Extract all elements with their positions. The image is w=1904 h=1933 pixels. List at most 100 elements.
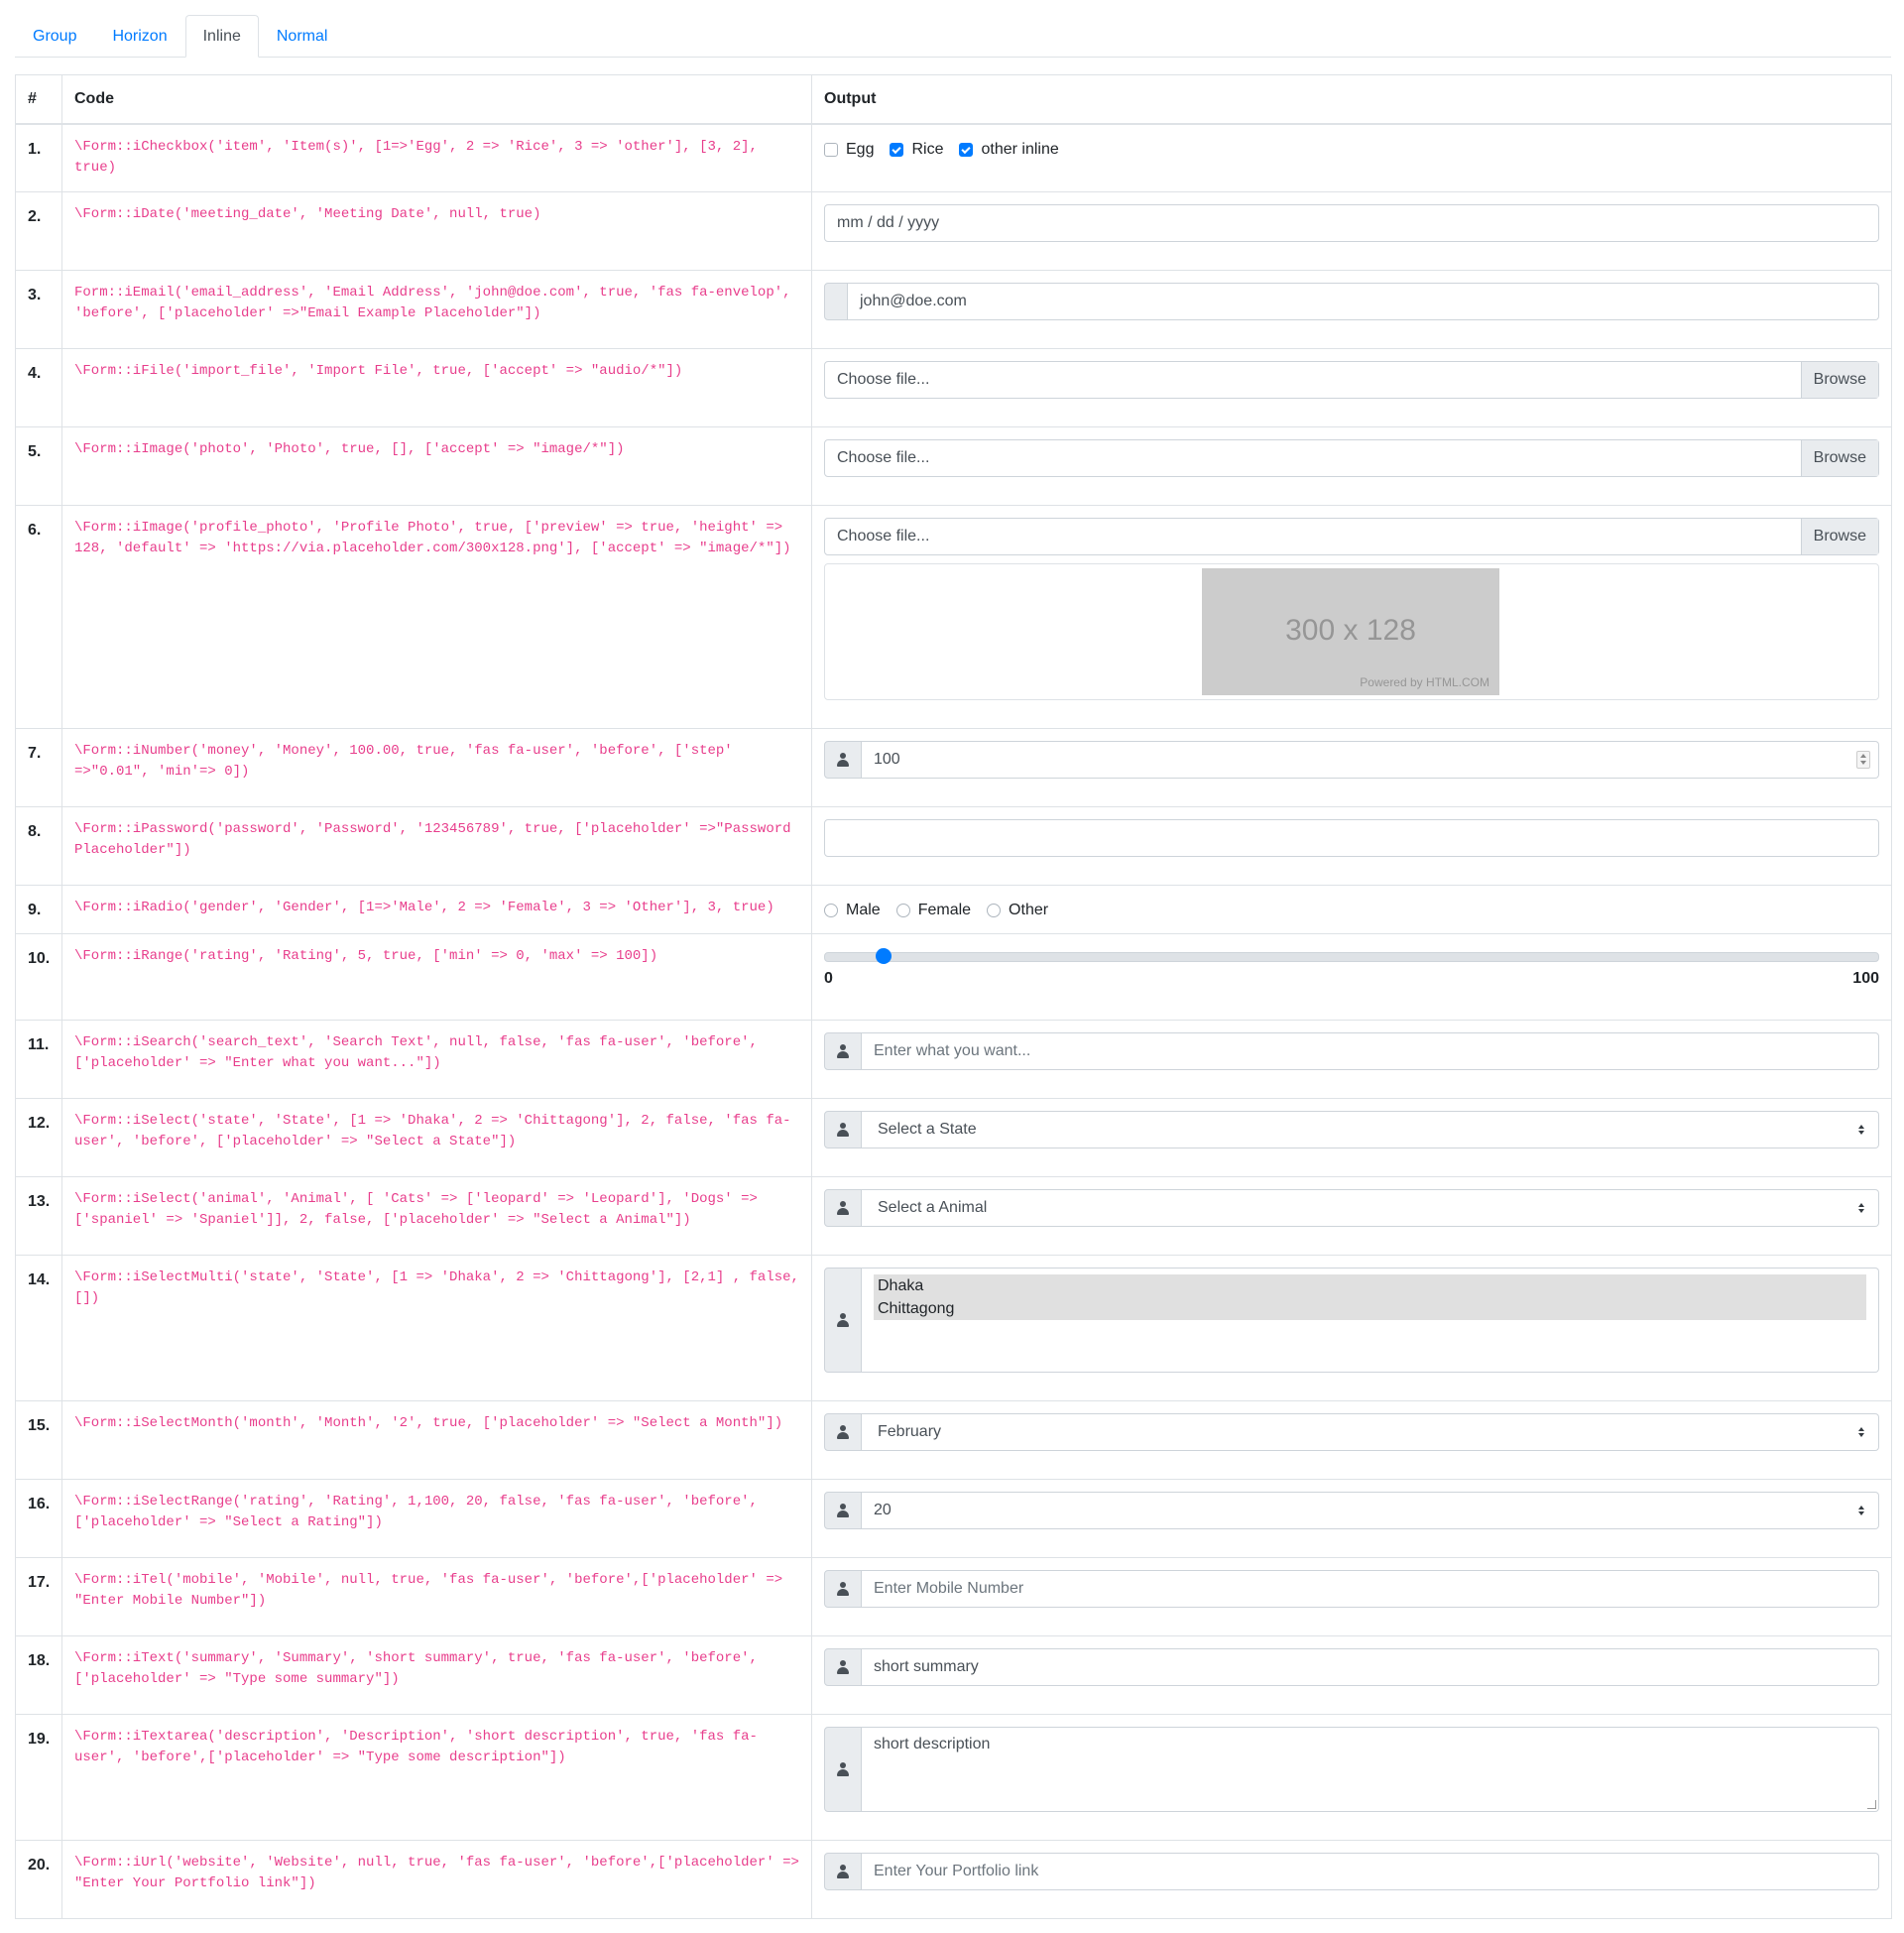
tel-input-group: Enter Mobile Number bbox=[824, 1569, 1879, 1608]
email-input[interactable]: john@doe.com bbox=[848, 282, 1879, 320]
checkbox-unchecked[interactable] bbox=[824, 143, 838, 157]
table-row: 5. \Form::iImage('photo', 'Photo', true,… bbox=[15, 425, 1892, 506]
month-select[interactable]: February bbox=[862, 1412, 1879, 1451]
checkbox-option[interactable]: other inline bbox=[959, 141, 1059, 159]
description-textarea[interactable]: short description bbox=[862, 1726, 1879, 1812]
radio-option[interactable]: Male bbox=[824, 902, 881, 919]
multi-select-option[interactable]: Dhaka bbox=[874, 1273, 1866, 1297]
range-thumb[interactable] bbox=[876, 947, 892, 964]
output-cell: mm / dd / yyyy bbox=[811, 190, 1892, 271]
number-input[interactable]: 100 bbox=[862, 740, 1879, 779]
code-snippet: \Form::iSelect('state', 'State', [1 => '… bbox=[61, 1097, 812, 1177]
table-header-row: # Code Output bbox=[15, 74, 1892, 125]
tab-horizon[interactable]: Horizon bbox=[94, 15, 184, 58]
radio-button[interactable] bbox=[824, 903, 838, 917]
table-row: 18. \Form::iText('summary', 'Summary', '… bbox=[15, 1634, 1892, 1715]
tab-bar: Group Horizon Inline Normal bbox=[15, 15, 1891, 58]
row-number: 5. bbox=[15, 425, 62, 506]
tab-group[interactable]: Group bbox=[15, 15, 94, 58]
tab-inline[interactable]: Inline bbox=[184, 15, 259, 58]
output-cell: Male Female Other bbox=[811, 884, 1892, 934]
summary-input[interactable]: short summary bbox=[862, 1647, 1879, 1686]
multi-select-option[interactable]: Chittagong bbox=[874, 1296, 1866, 1320]
state-select[interactable]: Select a State bbox=[862, 1110, 1879, 1148]
user-icon bbox=[824, 1647, 862, 1686]
output-cell: Choose file... Browse 300 x 128 Powered b… bbox=[811, 504, 1892, 729]
file-input-label: Choose file... bbox=[837, 370, 930, 388]
user-icon bbox=[824, 1267, 862, 1373]
radio-option[interactable]: Female bbox=[895, 902, 971, 919]
tab-normal[interactable]: Normal bbox=[259, 15, 346, 58]
user-icon bbox=[824, 1031, 862, 1070]
output-cell: Enter what you want... bbox=[811, 1019, 1892, 1099]
radio-label: Male bbox=[846, 901, 881, 918]
output-cell: Enter Mobile Number bbox=[811, 1556, 1892, 1636]
table-row: 8. \Form::iPassword('password', 'Passwor… bbox=[15, 805, 1892, 886]
url-input[interactable]: Enter Your Portfolio link bbox=[862, 1852, 1879, 1890]
date-input-value: mm / dd / yyyy bbox=[837, 213, 940, 231]
search-input[interactable]: Enter what you want... bbox=[862, 1031, 1879, 1070]
checkbox-option[interactable]: Rice bbox=[890, 141, 943, 159]
row-number: 16. bbox=[15, 1478, 62, 1558]
user-icon bbox=[824, 1412, 862, 1451]
range-min-label: 0 bbox=[824, 969, 833, 987]
radio-button[interactable] bbox=[895, 903, 910, 917]
output-cell: Choose file... Browse bbox=[811, 425, 1892, 506]
radio-group: Male Female Other bbox=[824, 898, 1879, 923]
number-input-group: 100 bbox=[824, 740, 1879, 779]
code-snippet: \Form::iSelectMonth('month', 'Month', '2… bbox=[61, 1399, 812, 1480]
output-cell: 0 100 bbox=[811, 932, 1892, 1021]
table-row: 2. \Form::iDate('meeting_date', 'Meeting… bbox=[15, 190, 1892, 271]
url-input-group: Enter Your Portfolio link bbox=[824, 1852, 1879, 1890]
table-row: 20. \Form::iUrl('website', 'Website', nu… bbox=[15, 1839, 1892, 1919]
tel-input[interactable]: Enter Mobile Number bbox=[862, 1569, 1879, 1608]
output-cell: Dhaka Chittagong bbox=[811, 1254, 1892, 1401]
user-icon bbox=[824, 740, 862, 779]
checkbox-checked[interactable] bbox=[959, 143, 974, 157]
radio-option[interactable]: Other bbox=[987, 902, 1048, 919]
range-track[interactable] bbox=[824, 951, 1879, 962]
number-input-value: 100 bbox=[874, 750, 900, 768]
output-cell: short summary bbox=[811, 1634, 1892, 1715]
checkbox-label: Egg bbox=[846, 141, 875, 158]
image-file-input[interactable]: Choose file... Browse bbox=[824, 517, 1879, 555]
password-input[interactable] bbox=[824, 818, 1879, 857]
code-snippet: \Form::iTel('mobile', 'Mobile', null, tr… bbox=[61, 1556, 812, 1636]
browse-button[interactable]: Browse bbox=[1800, 439, 1878, 476]
month-select-group: February bbox=[824, 1412, 1879, 1451]
user-icon bbox=[824, 1852, 862, 1890]
spinner-icon[interactable] bbox=[1856, 750, 1870, 769]
table-row: 14. \Form::iSelectMulti('state', 'State'… bbox=[15, 1254, 1892, 1401]
code-snippet: \Form::iTextarea('description', 'Descrip… bbox=[61, 1713, 812, 1841]
table-row: 17. \Form::iTel('mobile', 'Mobile', null… bbox=[15, 1556, 1892, 1636]
row-number: 12. bbox=[15, 1097, 62, 1177]
code-snippet: \Form::iSelect('animal', 'Animal', [ 'Ca… bbox=[61, 1175, 812, 1256]
header-output: Output bbox=[811, 74, 1892, 125]
code-snippet: Form::iEmail('email_address', 'Email Add… bbox=[61, 269, 812, 349]
radio-button[interactable] bbox=[987, 903, 1002, 917]
range-max-label: 100 bbox=[1852, 969, 1879, 987]
resize-handle-icon[interactable] bbox=[1867, 1799, 1876, 1809]
table-row: 12. \Form::iSelect('state', 'State', [1 … bbox=[15, 1097, 1892, 1177]
checkbox-option[interactable]: Egg bbox=[824, 141, 874, 159]
date-input[interactable]: mm / dd / yyyy bbox=[824, 203, 1879, 242]
table-row: 15. \Form::iSelectMonth('month', 'Month'… bbox=[15, 1399, 1892, 1480]
file-input[interactable]: Choose file... Browse bbox=[824, 360, 1879, 399]
browse-button[interactable]: Browse bbox=[1800, 361, 1878, 398]
multi-select[interactable]: Dhaka Chittagong bbox=[862, 1267, 1879, 1373]
user-icon bbox=[824, 1188, 862, 1227]
select-caret-icon bbox=[1856, 1201, 1866, 1215]
checkbox-checked[interactable] bbox=[890, 143, 904, 157]
rating-select[interactable]: 20 bbox=[862, 1491, 1879, 1529]
output-cell: short description bbox=[811, 1713, 1892, 1841]
text-input-group: short summary bbox=[824, 1647, 1879, 1686]
browse-button[interactable]: Browse bbox=[1800, 518, 1878, 554]
animal-select[interactable]: Select a Animal bbox=[862, 1188, 1879, 1227]
file-input-label: Choose file... bbox=[837, 527, 930, 544]
range-slider[interactable] bbox=[824, 947, 1879, 964]
month-select-value: February bbox=[878, 1422, 942, 1440]
state-select-value: Select a State bbox=[878, 1120, 977, 1138]
select-caret-icon bbox=[1856, 1504, 1866, 1517]
checkbox-label: other inline bbox=[981, 141, 1059, 158]
image-file-input[interactable]: Choose file... Browse bbox=[824, 438, 1879, 477]
